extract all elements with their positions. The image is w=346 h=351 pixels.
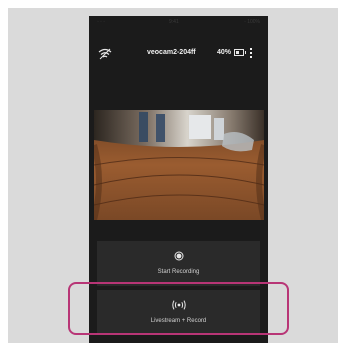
start-recording-button[interactable]: Start Recording xyxy=(97,241,260,286)
highlight-outline xyxy=(68,282,289,335)
status-time: 9:41 xyxy=(169,19,179,25)
app-header: veocam2-204ff 40% xyxy=(89,46,268,62)
record-dot-icon xyxy=(174,251,184,261)
camera-preview xyxy=(94,110,264,220)
status-bar: ◦ ◦ ◦ 9:41 ◦ 100% xyxy=(89,16,268,28)
start-recording-label: Start Recording xyxy=(157,269,200,275)
wifi-icon[interactable] xyxy=(98,48,112,60)
status-left: ◦ ◦ ◦ xyxy=(97,19,106,25)
battery-percentage: 40% xyxy=(217,49,232,56)
status-right: ◦ 100% xyxy=(244,19,260,25)
battery-icon xyxy=(234,49,246,56)
device-name: veocam2-204ff xyxy=(147,49,196,56)
more-vertical-icon[interactable] xyxy=(250,47,254,61)
